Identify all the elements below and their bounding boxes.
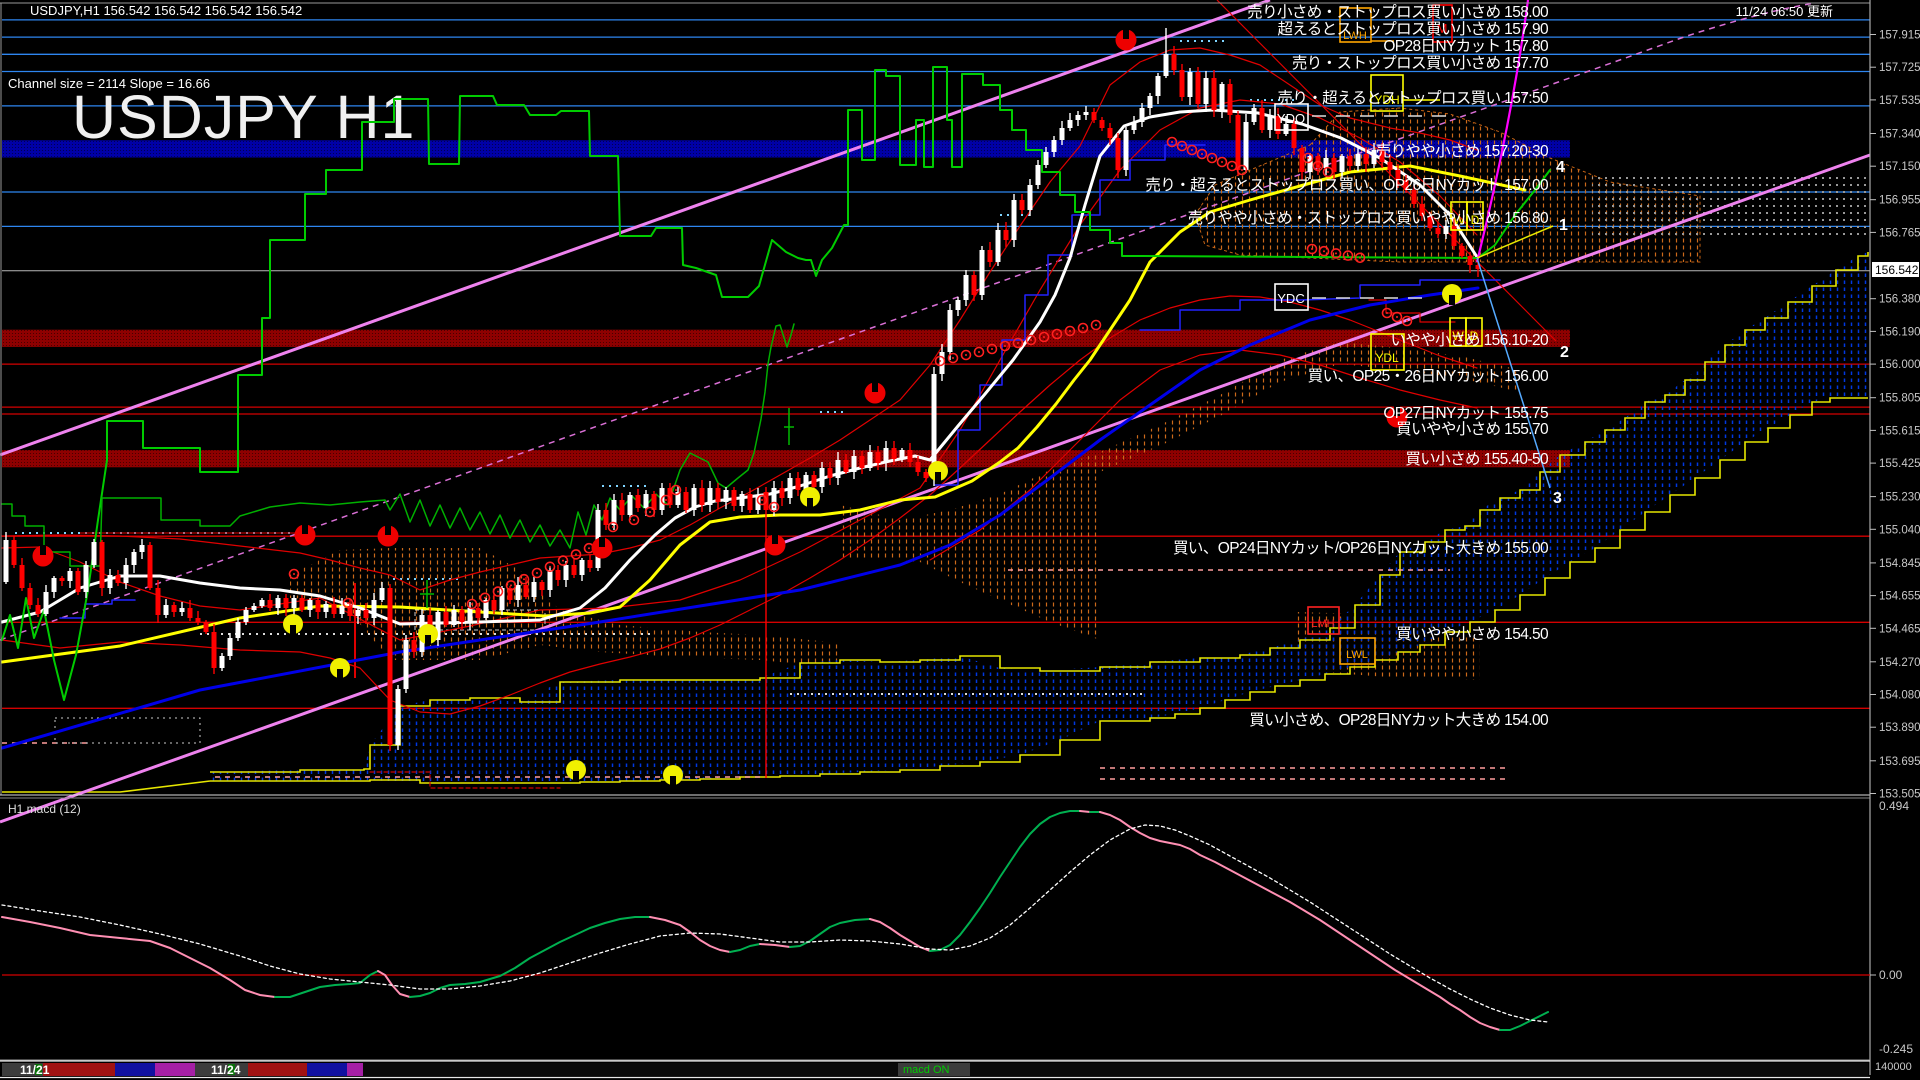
svg-text:153.890: 153.890 (1879, 722, 1920, 734)
svg-text:売りやや小さめ・ストップロス買いやや小さめ 156.80: 売りやや小さめ・ストップロス買いやや小さめ 156.80 (1188, 209, 1549, 227)
svg-text:155.805: 155.805 (1879, 393, 1920, 405)
svg-text:157.725: 157.725 (1879, 62, 1920, 74)
svg-text:155.040: 155.040 (1879, 524, 1920, 536)
svg-text:買い、OP24日NYカット/OP26日NYカット大きめ 15: 買い、OP24日NYカット/OP26日NYカット大きめ 155.00 (1173, 539, 1549, 557)
svg-text:11/21: 11/21 (20, 1063, 50, 1077)
svg-text:153.695: 153.695 (1879, 756, 1920, 768)
svg-text:3: 3 (1553, 490, 1562, 507)
svg-text:156.542: 156.542 (1875, 263, 1919, 277)
svg-text:YDO: YDO (1277, 111, 1305, 126)
svg-text:156.190: 156.190 (1879, 326, 1920, 338)
svg-text:154.655: 154.655 (1879, 591, 1920, 603)
svg-text:11/24: 11/24 (211, 1063, 241, 1077)
svg-text:買い小さめ、OP28日NYカット大きめ 154.00: 買い小さめ、OP28日NYカット大きめ 154.00 (1249, 711, 1549, 729)
svg-text:買い、OP25・26日NYカット 156.00: 買い、OP25・26日NYカット 156.00 (1308, 368, 1549, 385)
svg-text:11/24 06:50 更新: 11/24 06:50 更新 (1736, 4, 1833, 19)
svg-text:155.425: 155.425 (1879, 458, 1920, 470)
svg-text:154.845: 154.845 (1879, 558, 1920, 570)
svg-text:154.270: 154.270 (1879, 657, 1920, 669)
svg-text:4: 4 (1556, 159, 1565, 176)
svg-text:OP27日NYカット 155.75: OP27日NYカット 155.75 (1383, 405, 1548, 422)
svg-text:買いやや小さめ 155.70: 買いやや小さめ 155.70 (1396, 420, 1549, 438)
svg-text:154.080: 154.080 (1879, 690, 1920, 702)
svg-text:157.915: 157.915 (1879, 30, 1920, 42)
svg-text:macd ON: macd ON (903, 1064, 950, 1076)
svg-text:買い小さめ 155.40-50: 買い小さめ 155.40-50 (1405, 450, 1549, 468)
svg-text:売り・超えるとストップロス買い 157:50: 売り・超えるとストップロス買い 157:50 (1277, 89, 1549, 107)
svg-text:LWL: LWL (1346, 649, 1368, 661)
svg-text:売り・ストップロス買い小さめ 157.70: 売り・ストップロス買い小さめ 157.70 (1292, 54, 1549, 72)
svg-text:買いやや小さめ 154.50: 買いやや小さめ 154.50 (1396, 625, 1549, 643)
svg-text:いやや小さめ 156.10-20: いやや小さめ 156.10-20 (1390, 331, 1548, 349)
svg-text:155.230: 155.230 (1879, 492, 1920, 504)
svg-text:超えるとストップロス買い小さめ 157.90: 超えるとストップロス買い小さめ 157.90 (1277, 20, 1549, 38)
svg-text:155.615: 155.615 (1879, 425, 1920, 437)
svg-text:売り小さめ・ストップロス買い小さめ 158.00: 売り小さめ・ストップロス買い小さめ 158.00 (1247, 3, 1549, 21)
svg-text:156.000: 156.000 (1879, 359, 1920, 371)
svg-text:USDJPY,H1 156.542 156.542 156: USDJPY,H1 156.542 156.542 156.542 156.54… (30, 3, 302, 18)
svg-text:2: 2 (1560, 344, 1569, 361)
svg-text:156.955: 156.955 (1879, 195, 1920, 207)
svg-text:154.465: 154.465 (1879, 623, 1920, 635)
svg-text:LMH: LMH (1311, 618, 1334, 630)
svg-text:YDC: YDC (1277, 291, 1304, 306)
svg-text:156.765: 156.765 (1879, 227, 1920, 239)
svg-text:Channel size = 2114 Slope = 16: Channel size = 2114 Slope = 16.66 (8, 76, 210, 91)
svg-text:1: 1 (1559, 217, 1568, 234)
svg-text:157.150: 157.150 (1879, 161, 1920, 173)
svg-text:YDL: YDL (1375, 351, 1399, 365)
svg-text:売り・超えるとストップロス買い、OP26日NYカット 157: 売り・超えるとストップロス買い、OP26日NYカット 157.00 (1145, 176, 1549, 194)
svg-text:157.340: 157.340 (1879, 129, 1920, 141)
svg-text:157.535: 157.535 (1879, 95, 1920, 107)
svg-text:売りやや小さめ 157.20-30: 売りやや小さめ 157.20-30 (1376, 142, 1549, 160)
svg-text:OP28日NYカット 157.80: OP28日NYカット 157.80 (1383, 38, 1549, 55)
svg-text:0.00: 0.00 (1879, 968, 1903, 982)
svg-text:140000: 140000 (1875, 1061, 1912, 1073)
svg-text:-0.245: -0.245 (1879, 1042, 1913, 1056)
svg-text:0.494: 0.494 (1879, 799, 1909, 813)
svg-text:H1 macd (12): H1 macd (12) (8, 802, 81, 816)
svg-text:USDJPY H1: USDJPY H1 (72, 83, 416, 151)
svg-text:156.380: 156.380 (1879, 294, 1920, 306)
